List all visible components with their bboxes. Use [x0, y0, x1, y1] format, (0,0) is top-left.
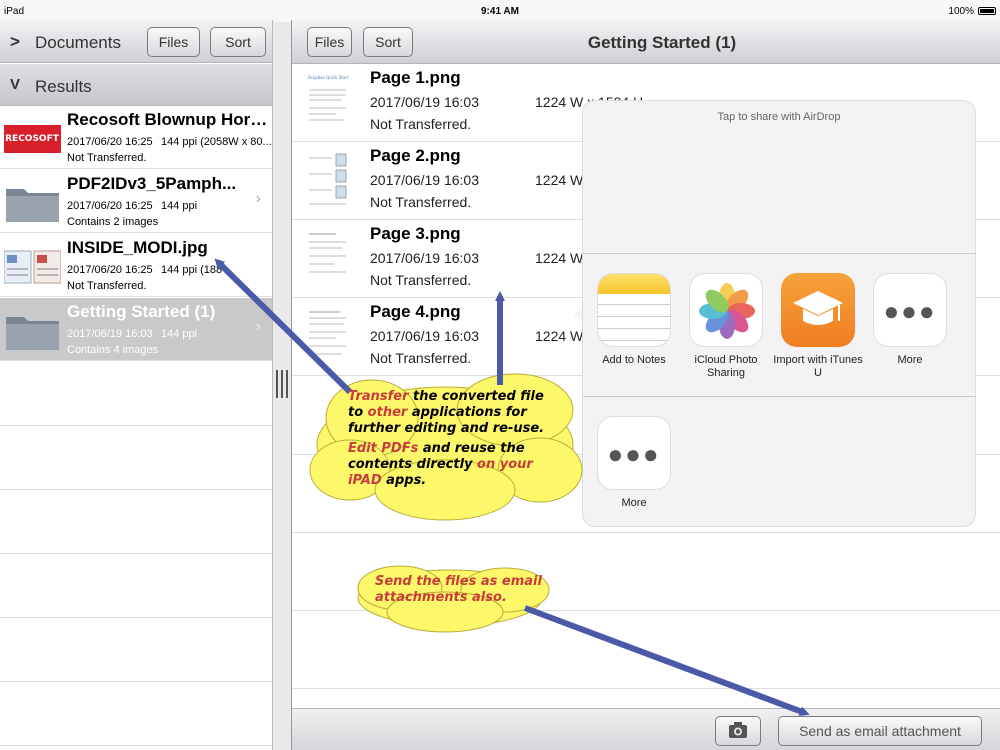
arrow-to-inside-modi: [214, 258, 353, 395]
arrow-to-email-button: [523, 605, 810, 716]
email-callout: Send the files as email attachments also…: [375, 574, 542, 605]
callout-emphasis: other: [367, 405, 408, 420]
callout-text: apps.: [381, 473, 427, 488]
annotation-overlay: [214, 258, 810, 716]
callout-emphasis: Edit PDFs: [348, 441, 419, 456]
callout-emphasis: Transfer: [348, 389, 409, 404]
transfer-callout: Transfer the converted file to other app…: [348, 389, 563, 489]
